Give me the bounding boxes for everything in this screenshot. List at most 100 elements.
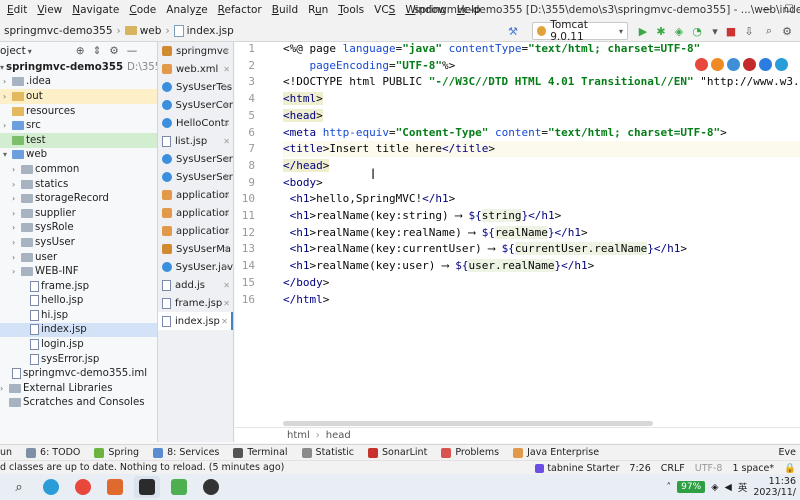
tree-item[interactable]: frame.jsp (0, 279, 157, 294)
expand-arrow-icon[interactable]: › (12, 165, 21, 174)
tree-item[interactable]: › src (0, 118, 157, 133)
build-icon[interactable]: ▾ (708, 24, 722, 38)
tree-item[interactable]: › .idea (0, 75, 157, 90)
search-icon[interactable]: ⌕ (762, 24, 776, 38)
editor-tab[interactable]: SysUserMa ✕ (158, 240, 233, 258)
expand-arrow-icon[interactable]: › (12, 253, 21, 262)
tool-window-button[interactable]: Spring (94, 447, 139, 458)
tree-item[interactable]: › user (0, 250, 157, 265)
tree-item[interactable]: › supplier (0, 206, 157, 221)
editor-tab[interactable]: applicatior ✕ (158, 222, 233, 240)
office-icon[interactable] (102, 476, 128, 498)
close-icon[interactable]: ✕ (223, 209, 230, 218)
code-line[interactable]: <h1>realName(key:user) ⟶ ${user.realName… (283, 259, 594, 273)
menu-vcs[interactable]: VCS (369, 0, 400, 20)
tabnine-widget[interactable]: tabnine Starter (535, 463, 619, 474)
run-configuration-select[interactable]: Tomcat 9.0.11 ▾ (532, 19, 628, 43)
expand-arrow-icon[interactable]: › (12, 180, 21, 189)
menu-run[interactable]: Run (303, 0, 333, 20)
editor-tab[interactable]: SysUserSer ✕ (158, 150, 233, 168)
expand-arrow-icon[interactable]: › (12, 194, 21, 203)
file-encoding[interactable]: UTF-8 (695, 463, 723, 474)
close-icon[interactable]: ✕ (223, 281, 230, 290)
code-line[interactable]: <!DOCTYPE html PUBLIC "-//W3C//DTD HTML … (283, 75, 800, 88)
editor-tab[interactable]: SysUserTes ✕ (158, 78, 233, 96)
menu-build[interactable]: Build (267, 0, 303, 20)
tree-item[interactable]: › sysRole (0, 221, 157, 236)
code-line[interactable]: <h1>realName(key:string) ⟶ ${string}</h1… (283, 209, 561, 222)
volume-icon[interactable]: ◀ (725, 482, 732, 493)
menu-view[interactable]: View (32, 0, 67, 20)
editor-tab[interactable]: SysUserSer ✕ (158, 168, 233, 186)
close-icon[interactable]: ✕ (223, 47, 230, 56)
edge-icon[interactable] (775, 58, 788, 71)
menu-refactor[interactable]: Refactor (213, 0, 267, 20)
maximize-button[interactable]: ☐ (778, 0, 800, 20)
tree-item[interactable]: › External Libraries (0, 381, 157, 396)
tree-item[interactable]: › common (0, 162, 157, 177)
editor-tab[interactable]: applicatior ✕ (158, 186, 233, 204)
vcs-icon[interactable]: ⇩ (742, 24, 756, 38)
chrome-icon[interactable] (70, 476, 96, 498)
tree-item[interactable]: sysError.jsp (0, 352, 157, 367)
editor-tab[interactable]: SysUserCor ✕ (158, 96, 233, 114)
clock[interactable]: 11:36 2023/11/ (753, 476, 796, 498)
cursor-position[interactable]: 7:26 (629, 463, 650, 474)
close-icon[interactable]: ✕ (223, 101, 230, 110)
expand-arrow-icon[interactable]: ▾ (0, 63, 4, 72)
tree-item[interactable]: ▾ web (0, 148, 157, 163)
tool-window-button[interactable]: Problems (441, 447, 499, 458)
close-icon[interactable]: ✕ (223, 191, 230, 200)
tree-item[interactable]: ▾springmvc-demo355D:\355\demo\s3\ (0, 60, 157, 75)
search-icon[interactable]: ⌕ (6, 476, 32, 498)
nav-folder[interactable]: web (140, 25, 162, 37)
tree-item[interactable]: › statics (0, 177, 157, 192)
app-green-icon[interactable] (166, 476, 192, 498)
chrome-icon[interactable] (695, 58, 708, 71)
minimize-button[interactable]: — (756, 0, 778, 20)
close-icon[interactable]: ✕ (223, 137, 230, 146)
code-line[interactable]: </html> (283, 293, 329, 306)
code-line[interactable]: <h1>realName(key:currentUser) ⟶ ${curren… (283, 242, 687, 256)
expand-arrow-icon[interactable]: › (0, 384, 9, 393)
hammer-icon[interactable]: ⚒ (506, 24, 520, 38)
menu-tools[interactable]: Tools (333, 0, 369, 20)
code-line[interactable]: <meta http-equiv="Content-Type" content=… (283, 126, 727, 139)
battery-indicator[interactable]: 97% (677, 481, 706, 493)
code-line[interactable]: <h1>hello,SpringMVC!</h1> (283, 192, 456, 205)
project-panel-title[interactable]: oject (0, 45, 26, 57)
stop-icon[interactable]: ■ (724, 24, 738, 38)
tool-window-button[interactable]: 8: Services (153, 447, 219, 458)
code-line[interactable]: <head> (283, 108, 323, 122)
menu-code[interactable]: Code (124, 0, 161, 20)
tree-item[interactable]: Scratches and Consoles (0, 396, 157, 411)
menu-edit[interactable]: Edit (2, 0, 32, 20)
run-icon[interactable]: ▶ (636, 24, 650, 38)
indent-setting[interactable]: 1 space* (732, 463, 774, 474)
lock-icon[interactable]: 🔒 (784, 463, 796, 474)
hide-icon[interactable]: — (127, 45, 138, 57)
tool-window-button[interactable]: Statistic (301, 447, 354, 458)
close-icon[interactable]: ✕ (223, 263, 230, 272)
expand-arrow-icon[interactable]: › (3, 121, 12, 130)
profile-icon[interactable]: ◔ (690, 24, 704, 38)
tree-item[interactable]: login.jsp (0, 337, 157, 352)
editor-tab[interactable]: HelloContr ✕ (158, 114, 233, 132)
breadcrumb-head[interactable]: head (326, 430, 351, 441)
tree-item[interactable]: hi.jsp (0, 308, 157, 323)
line-separator[interactable]: CRLF (661, 463, 685, 474)
firefox-icon[interactable] (711, 58, 724, 71)
tree-item[interactable]: › WEB-INF (0, 264, 157, 279)
gear-icon[interactable]: ⚙ (109, 45, 118, 57)
expand-arrow-icon[interactable]: › (3, 92, 12, 101)
tree-item[interactable]: › out (0, 89, 157, 104)
expand-arrow-icon[interactable]: ▾ (3, 150, 12, 159)
code-line[interactable]: pageEncoding="UTF-8"%> (283, 59, 456, 72)
ie-icon[interactable] (759, 58, 772, 71)
tree-item[interactable]: › storageRecord (0, 191, 157, 206)
nav-file[interactable]: index.jsp (187, 25, 234, 37)
chevron-up-icon[interactable]: ˄ (666, 482, 671, 493)
network-icon[interactable]: ◈ (711, 482, 718, 493)
nav-project[interactable]: springmvc-demo355 (4, 25, 113, 37)
code-line[interactable]: </body> (283, 276, 329, 289)
